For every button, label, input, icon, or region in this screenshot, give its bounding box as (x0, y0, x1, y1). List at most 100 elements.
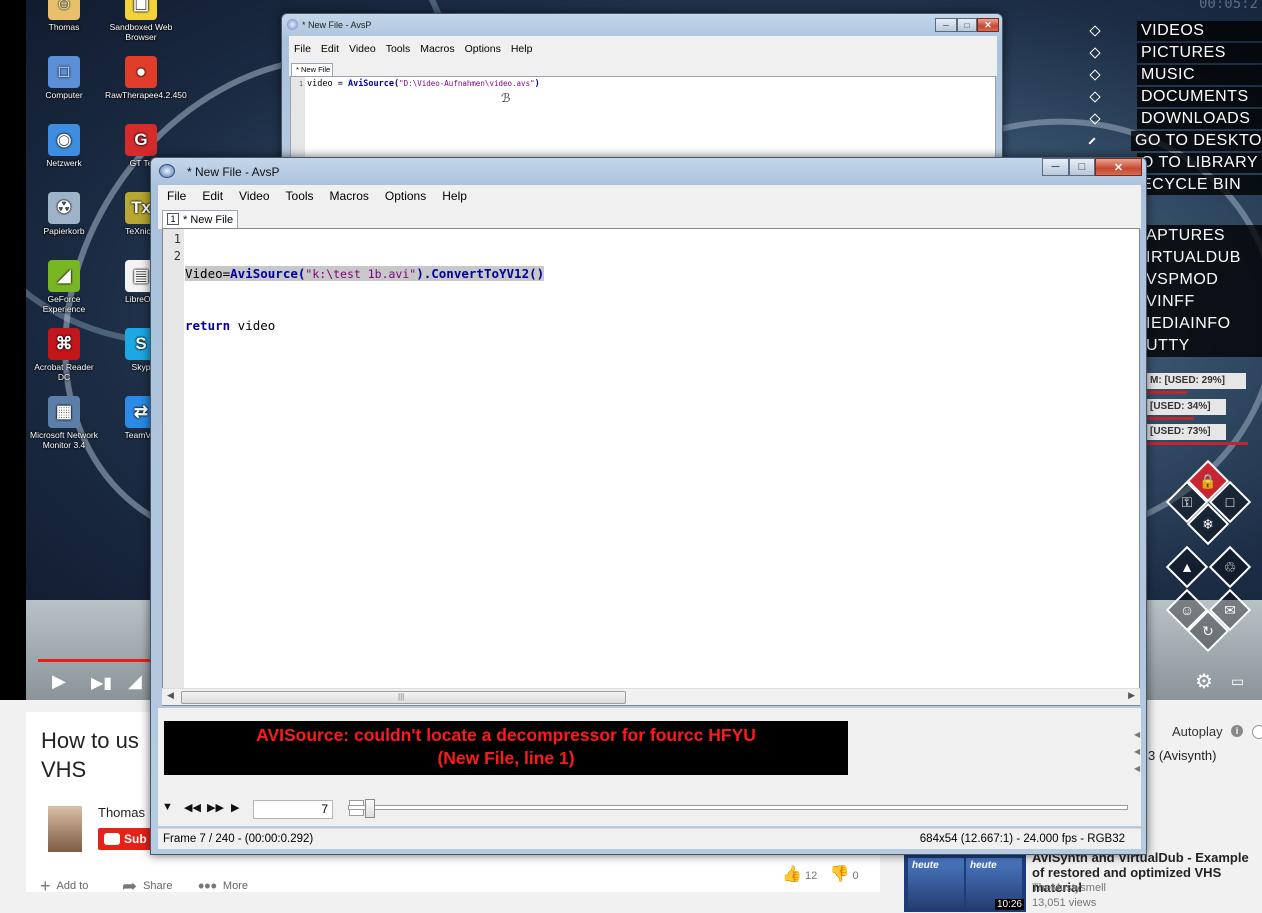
error-location: (New File, line 1) (437, 748, 575, 768)
frame-number-input[interactable]: 7 (253, 800, 333, 819)
settings-icon[interactable]: ⚙ (1195, 669, 1213, 694)
video-letterbox (0, 0, 26, 700)
avatar[interactable] (48, 806, 82, 852)
desktop-icon[interactable]: ⌘ Acrobat Reader DC (28, 328, 100, 382)
launcher-item-label: DOWNLOADS (1137, 109, 1262, 129)
video-progress-bar[interactable] (38, 659, 150, 662)
scroll-thumb[interactable]: ||| (181, 691, 626, 704)
scroll-left-icon[interactable]: ◀ (167, 690, 174, 701)
thumbs-down-icon[interactable]: 👎 (829, 866, 849, 883)
ram-meter: M: [USED: 29%] (1146, 373, 1246, 389)
menu-options[interactable]: Options (460, 43, 506, 55)
menu-edit[interactable]: Edit (316, 43, 344, 55)
menu-file[interactable]: File (159, 189, 194, 203)
close-button[interactable]: ✕ (1095, 158, 1142, 176)
launcher-item[interactable]: DOCUMENTS (1088, 86, 1262, 108)
maximize-button[interactable]: □ (957, 18, 977, 32)
menu-help[interactable]: Help (506, 43, 538, 55)
desktop-icon[interactable]: ☢ Papierkorb (28, 192, 100, 236)
launcher-item-label: O TO LIBRARY (1136, 153, 1262, 173)
maximize-button[interactable]: □ (1069, 158, 1095, 176)
menu-tools[interactable]: Tools (278, 189, 322, 203)
title-bar[interactable]: * New File - AvsP (282, 14, 1002, 36)
app-glyph: G (134, 130, 148, 149)
launcher-item[interactable]: IEDIAINFO (1146, 313, 1262, 335)
tab-new-file[interactable]: 1 * New File (162, 210, 238, 229)
menu-video[interactable]: Video (231, 189, 277, 203)
info-icon[interactable]: i (1231, 725, 1243, 737)
frame-slider-thumb[interactable] (365, 799, 375, 818)
channel-name[interactable]: Thomas (98, 805, 145, 820)
desktop-icon[interactable]: ☺ Thomas (28, 0, 100, 32)
menu-macros[interactable]: Macros (322, 189, 377, 203)
menu-tools[interactable]: Tools (381, 43, 416, 55)
add-to-button[interactable]: + Add to (40, 876, 88, 897)
desktop-icon[interactable]: ▣ Sandboxed Web Browser (105, 0, 177, 42)
video-duration: 10:26 (994, 899, 1024, 910)
horizontal-scrollbar[interactable]: ◀ ||| ▶ (162, 688, 1140, 705)
launcher-item[interactable]: IRTUALDUB (1146, 247, 1262, 269)
tab-number: 1 (167, 213, 179, 225)
launcher-item[interactable]: VSPMOD (1146, 269, 1262, 291)
autoplay-toggle[interactable] (1252, 725, 1262, 739)
menu-macros[interactable]: Macros (415, 43, 459, 55)
recommended-channel[interactable]: TheMustysmell (1032, 882, 1106, 894)
status-bar: Frame 7 / 240 - (00:00:0.292) 684x54 (12… (158, 828, 1141, 849)
launcher-item[interactable]: APTURES (1146, 225, 1262, 247)
app-glyph: ◉ (56, 130, 72, 149)
desktop-icon[interactable]: □ Computer (28, 56, 100, 100)
frame-slider[interactable] (348, 805, 1128, 810)
miniplayer-icon[interactable]: ▭ (1231, 673, 1244, 690)
volume-icon[interactable]: ◢ (128, 671, 142, 692)
launcher-item[interactable]: VINFF (1146, 291, 1262, 313)
menu-help[interactable]: Help (434, 189, 475, 203)
app-icon: ● (125, 56, 157, 88)
desktop-icon[interactable]: ● RawTherapee4.2.450 (105, 56, 187, 100)
minimize-button[interactable]: ─ (935, 18, 957, 32)
desktop-icon[interactable]: ▦ Microsoft Network Monitor 3.4 (28, 396, 100, 450)
desktop-icon-label: RawTherapee4.2.450 (105, 90, 187, 100)
launcher-item[interactable]: MUSIC (1088, 64, 1262, 86)
menu-edit[interactable]: Edit (194, 189, 231, 203)
code-line-2: return video (185, 317, 544, 334)
desktop-icon[interactable]: ◉ Netzwerk (28, 124, 100, 168)
play-icon[interactable]: ▶ (52, 671, 66, 692)
menu-video[interactable]: Video (344, 43, 381, 55)
toggle-preview-icon[interactable]: ▼ (162, 801, 173, 813)
launcher-item[interactable]: DOWNLOADS (1088, 108, 1262, 130)
launcher-item[interactable]: VIDEOS (1088, 20, 1262, 42)
recommended-thumbnail[interactable]: heute heute 10:26 (904, 852, 1026, 912)
next-icon[interactable]: ▶▮ (91, 673, 112, 693)
autoplay-label: Autoplay (1172, 724, 1223, 739)
scroll-right-icon[interactable]: ▶ (1128, 690, 1135, 701)
tab-new-file[interactable]: * New File (291, 63, 333, 76)
menu-options[interactable]: Options (377, 189, 434, 203)
desktop-icon[interactable]: ◢ GeForce Experience (28, 260, 100, 314)
share-button[interactable]: ➦ Share (122, 876, 172, 897)
more-button[interactable]: ••• More (198, 876, 248, 897)
code-paren: ) (416, 266, 424, 281)
rewind-icon[interactable]: ◀◀ (184, 801, 201, 814)
diamond-icon (1089, 69, 1101, 81)
splitter-arrows[interactable]: ◀ ◀ ◀ (1134, 726, 1140, 777)
code-variable: video = (307, 79, 348, 89)
preview-pane: AVISource: couldn't locate a decompresso… (158, 708, 1141, 826)
minimize-button[interactable]: ─ (1042, 158, 1069, 176)
code-paren: ) (534, 79, 540, 89)
subscribe-button[interactable]: Sub (98, 828, 158, 850)
script-editor[interactable]: 1 2 Video=AviSource("k:\test 1b.avi").Co… (162, 228, 1140, 706)
launcher-item[interactable]: PICTURES (1088, 42, 1262, 64)
diamond-icon (1089, 91, 1101, 103)
close-button[interactable]: ✕ (977, 18, 999, 32)
title-bar[interactable]: * New File - AvsP (151, 158, 1146, 185)
desktop-icon-label: Sandboxed Web Browser (109, 22, 173, 42)
play-icon[interactable]: ▶ (231, 801, 239, 814)
menu-file[interactable]: File (289, 43, 316, 55)
launcher-item[interactable]: GO TO DESKTOP (1088, 130, 1262, 152)
fast-forward-icon[interactable]: ▶▶ (207, 801, 224, 814)
thumbs-up-icon[interactable]: 👍 (782, 866, 802, 883)
disk-meter-bar (1146, 442, 1248, 445)
next-up-title[interactable]: 3 (Avisynth) (1148, 748, 1216, 763)
launcher-item[interactable]: UTTY (1146, 335, 1262, 357)
desktop-icon-label: Microsoft Network Monitor 3.4 (29, 430, 98, 450)
